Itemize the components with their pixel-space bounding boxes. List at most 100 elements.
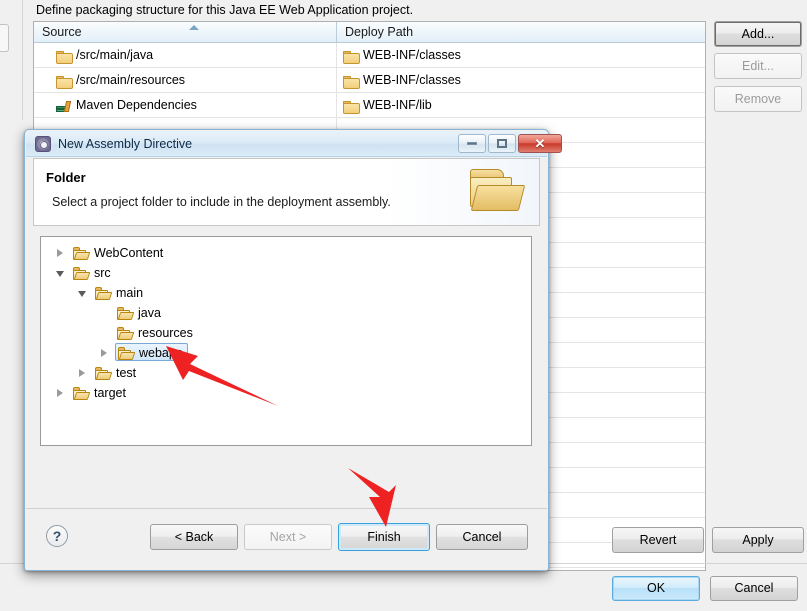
dialog-header: Folder Select a project folder to includ… [33,158,540,226]
revert-button[interactable]: Revert [612,527,704,553]
next-button-label: Next > [269,530,307,544]
cell-deploy-path: WEB-INF/classes [337,43,705,68]
tree-item-resources[interactable]: resources [117,323,193,343]
ok-button[interactable]: OK [612,576,700,601]
edit-button[interactable]: Edit... [714,53,802,79]
maximize-button[interactable] [488,134,516,153]
close-button[interactable]: ✕ [518,134,562,153]
folder-icon [343,75,360,89]
tree-item-webapp[interactable]: webapp [101,343,188,363]
table-row[interactable]: Maven Dependencies WEB-INF/lib [34,93,705,118]
eclipse-wizard-icon [35,136,51,152]
chevron-down-icon[interactable] [56,271,64,277]
finish-button[interactable]: Finish [338,523,430,551]
column-header-source[interactable]: Source [34,22,337,43]
table-row[interactable]: /src/main/java WEB-INF/classes [34,43,705,68]
wizard-page-title: Folder [46,170,86,185]
column-header-source-label: Source [42,25,82,39]
maximize-icon [497,139,507,148]
ok-button-label: OK [646,581,666,596]
help-icon: ? [52,528,62,544]
left-panel-stub [0,24,9,52]
minimize-button[interactable] [458,134,486,153]
tree-item-label: src [94,266,111,280]
cancel-button[interactable]: Cancel [710,576,798,601]
back-button[interactable]: < Back [150,524,238,550]
tree-item-label: java [138,306,161,320]
table-header: Source Deploy Path [34,22,705,43]
folder-icon [73,247,91,260]
cell-deploy-label: WEB-INF/lib [363,98,432,112]
cell-source: /src/main/java [34,43,337,68]
new-assembly-directive-dialog: New Assembly Directive ✕ Folder Select a… [24,129,562,571]
cell-source: Maven Dependencies [34,93,337,118]
folder-icon [95,367,113,380]
folder-icon [73,387,91,400]
folder-icon [73,267,91,280]
remove-button[interactable]: Remove [714,86,802,112]
cell-deploy-label: WEB-INF/classes [363,73,461,87]
screen: Define packaging structure for this Java… [0,0,807,611]
cancel-button-label: Cancel [734,581,774,596]
edit-button-label: Edit... [742,58,774,73]
tree-item-label: WebContent [94,246,164,260]
chevron-down-icon[interactable] [78,291,86,297]
tree-item-java[interactable]: java [117,303,161,323]
help-button[interactable]: ? [46,525,68,547]
folder-icon [117,327,135,340]
page-description: Define packaging structure for this Java… [36,3,414,17]
close-icon: ✕ [534,136,546,151]
cancel-button-dialog[interactable]: Cancel [436,524,528,550]
folder-icon [343,100,360,114]
apply-button[interactable]: Apply [712,527,804,553]
next-button[interactable]: Next > [244,524,332,550]
chevron-right-icon[interactable] [57,249,63,257]
remove-button-label: Remove [734,91,782,106]
minimize-icon [467,142,477,145]
tree-item-test[interactable]: test [79,363,137,383]
cell-source-label: /src/main/java [76,48,154,62]
open-folder-icon [467,167,526,213]
dialog-titlebar[interactable]: New Assembly Directive ✕ [26,131,562,157]
tree-item-label: webapp [139,346,183,360]
back-button-label: < Back [174,530,214,544]
chevron-right-icon[interactable] [57,389,63,397]
tree-item-label: main [116,286,144,300]
folder-icon [343,50,360,64]
library-books-icon [56,100,72,112]
folder-icon [56,50,73,64]
revert-button-label: Revert [639,532,677,547]
table-row[interactable]: /src/main/resources WEB-INF/classes [34,68,705,93]
tree-item-label: test [116,366,137,380]
finish-button-label: Finish [367,530,401,544]
folder-icon [118,347,136,360]
folder-icon [95,287,113,300]
wizard-page-subtitle: Select a project folder to include in th… [52,195,391,209]
tree-item-webcontent[interactable]: WebContent [57,243,164,263]
tree-item-label: target [94,386,126,400]
folder-icon [117,307,135,320]
dialog-title: New Assembly Directive [58,137,193,151]
cell-source-label: Maven Dependencies [76,98,197,112]
cell-source-label: /src/main/resources [76,73,186,87]
folder-icon [56,75,73,89]
tree-item-src[interactable]: src [56,263,111,283]
column-header-deploy-path[interactable]: Deploy Path [337,22,705,43]
apply-button-label: Apply [742,532,774,547]
cell-source: /src/main/resources [34,68,337,93]
tree-item-label: resources [138,326,193,340]
chevron-right-icon[interactable] [101,349,107,357]
tree-item-target[interactable]: target [57,383,126,403]
tree-item-selected-box: webapp [115,343,188,361]
cell-deploy-label: WEB-INF/classes [363,48,461,62]
sort-ascending-icon [189,25,199,30]
chevron-right-icon[interactable] [79,369,85,377]
cancel-button-dialog-label: Cancel [462,530,502,544]
folder-tree[interactable]: WebContent src main java resources webap… [40,236,532,446]
dialog-button-divider [26,508,547,509]
tree-item-main[interactable]: main [78,283,144,303]
cell-deploy-path: WEB-INF/lib [337,93,705,118]
left-divider [22,0,23,120]
add-button[interactable]: Add... [714,21,802,47]
add-button-label: Add... [741,26,775,41]
